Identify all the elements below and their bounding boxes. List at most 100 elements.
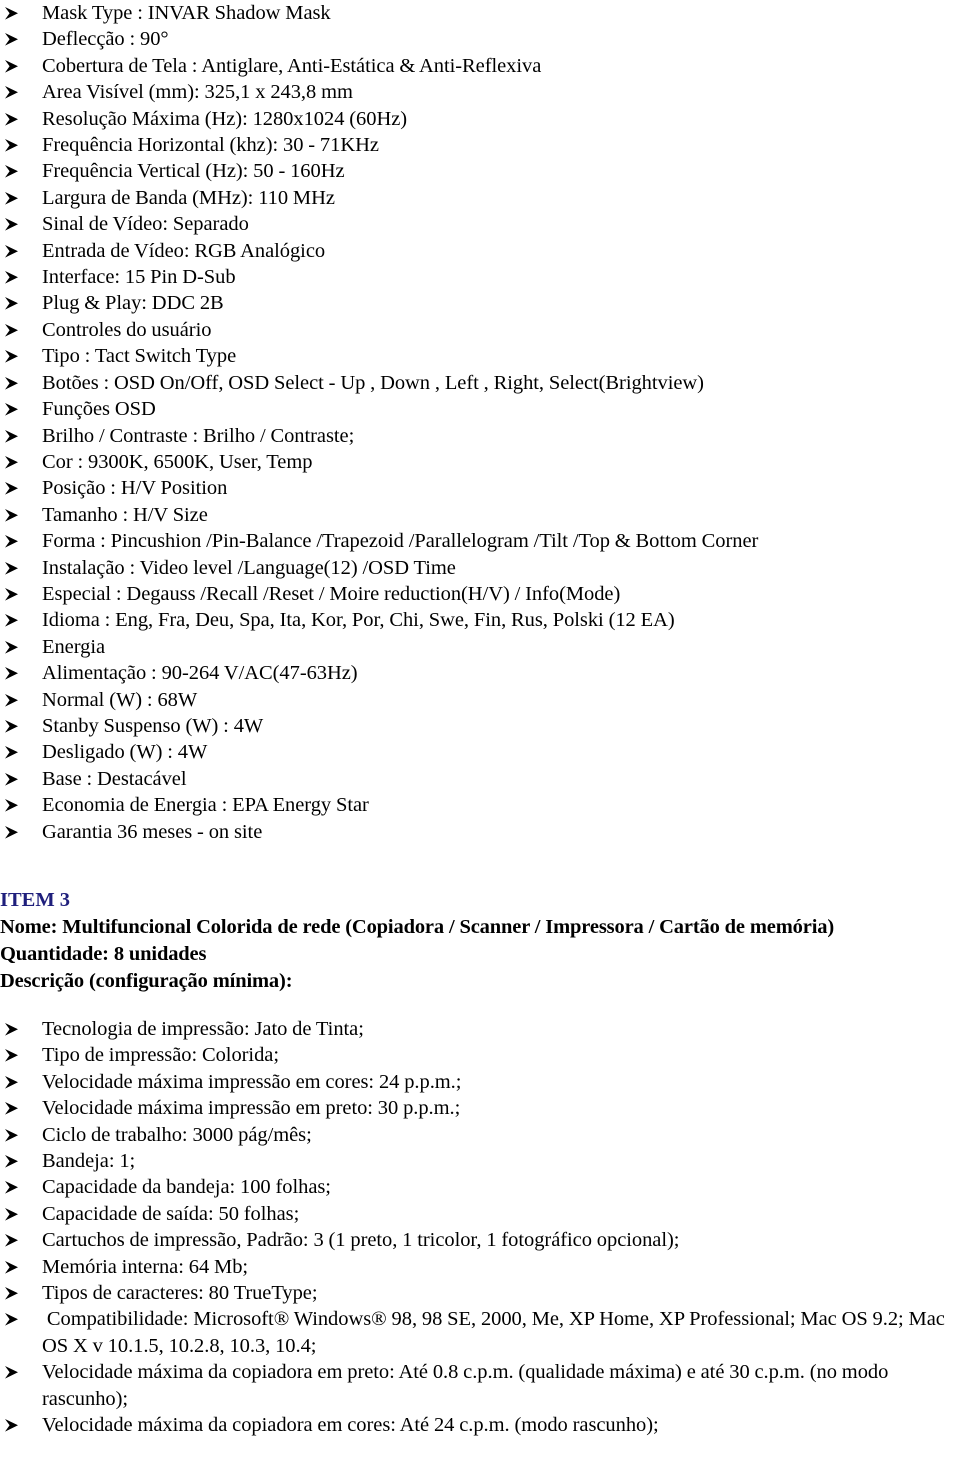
arrowhead-bullet-icon: [4, 211, 26, 231]
list-item: Funções OSD: [0, 396, 960, 422]
arrowhead-bullet-icon: [4, 370, 26, 390]
item3-label: ITEM 3: [0, 889, 71, 911]
list-item: Mask Type : INVAR Shadow Mask: [0, 0, 960, 26]
list-item: Desligado (W) : 4W: [0, 739, 960, 765]
list-item: Compatibilidade: Microsoft® Windows® 98,…: [0, 1306, 960, 1359]
arrowhead-bullet-icon: [4, 396, 26, 416]
list-item: Frequência Vertical (Hz): 50 - 160Hz: [0, 158, 960, 184]
arrowhead-bullet-icon: [4, 1174, 26, 1195]
arrowhead-bullet-icon: [4, 1148, 26, 1168]
arrowhead-bullet-icon: [4, 739, 26, 759]
list-item-text: Memória interna: 64 Mb;: [42, 1255, 249, 1278]
list-item-text: Resolução Máxima (Hz): 1280x1024 (60Hz): [42, 107, 408, 130]
list-item: Posição : H/V Position: [0, 475, 960, 501]
list-item: Forma : Pincushion /Pin-Balance /Trapezo…: [0, 528, 960, 554]
list-item-text: Sinal de Vídeo: Separado: [42, 213, 249, 236]
list-item-text: Stanby Suspenso (W) : 4W: [42, 714, 264, 737]
arrowhead-bullet-icon: [4, 317, 26, 337]
arrowhead-bullet-icon: [4, 343, 26, 363]
arrowhead-bullet-icon: [4, 53, 26, 73]
list-item: Tecnologia de impressão: Jato de Tinta;: [0, 1016, 960, 1042]
item3-specification-list: Tecnologia de impressão: Jato de Tinta; T…: [0, 1016, 960, 1439]
list-item-text: Area Visível (mm): 325,1 x 243,8 mm: [42, 81, 353, 104]
list-item: Idioma : Eng, Fra, Deu, Spa, Ita, Kor, P…: [0, 607, 960, 633]
list-item-text: Especial : Degauss /Recall /Reset / Moir…: [42, 582, 621, 605]
list-item: Velocidade máxima da copiadora em cores:…: [0, 1412, 960, 1438]
list-item-text: Plug & Play: DDC 2B: [42, 292, 224, 315]
list-item: Resolução Máxima (Hz): 1280x1024 (60Hz): [0, 106, 960, 132]
list-item: Memória interna: 64 Mb;: [0, 1254, 960, 1280]
list-item: Brilho / Contraste : Brilho / Contraste;: [0, 423, 960, 449]
list-item-text: Deflecção : 90°: [42, 28, 169, 51]
list-item: Velocidade máxima impressão em cores: 24…: [0, 1069, 960, 1095]
list-item-text: Tipo : Tact Switch Type: [42, 345, 237, 368]
arrowhead-bullet-icon: [4, 1069, 26, 1089]
arrowhead-bullet-icon: [4, 766, 26, 786]
list-item: Stanby Suspenso (W) : 4W: [0, 713, 960, 739]
list-item: Controles do usuário: [0, 317, 960, 343]
arrowhead-bullet-icon: [4, 1254, 26, 1274]
list-item-text: Funções OSD: [42, 398, 156, 421]
list-item-text: Alimentação : 90-264 V/AC(47-63Hz): [42, 662, 358, 685]
arrowhead-bullet-icon: [4, 475, 26, 495]
list-item-text: Tipo de impressão: Colorida;: [42, 1044, 279, 1067]
list-item: Entrada de Vídeo: RGB Analógico: [0, 238, 960, 264]
list-item-text: Tipos de caracteres: 80 TrueType;: [42, 1282, 318, 1305]
arrowhead-bullet-icon: [4, 1016, 26, 1036]
list-item-text: Capacidade de saída: 50 folhas;: [42, 1202, 300, 1225]
list-item: Capacidade de saída: 50 folhas;: [0, 1201, 960, 1227]
arrowhead-bullet-icon: [4, 132, 26, 152]
list-item-text: Frequência Horizontal (khz): 30 - 71KHz: [42, 134, 379, 157]
arrowhead-bullet-icon: [4, 502, 26, 522]
list-item: Cobertura de Tela : Antiglare, Anti-Está…: [0, 53, 960, 79]
monitor-specification-list: Mask Type : INVAR Shadow Mask Deflecção :…: [0, 0, 960, 845]
list-item-text: Posição : H/V Position: [42, 477, 228, 500]
list-item: Tipos de caracteres: 80 TrueType;: [0, 1280, 960, 1306]
arrowhead-bullet-icon: [4, 238, 26, 258]
arrowhead-bullet-icon: [4, 713, 26, 733]
list-item-text: Entrada de Vídeo: RGB Analógico: [42, 239, 326, 262]
arrowhead-bullet-icon: [4, 634, 26, 654]
list-item-text: Mask Type : INVAR Shadow Mask: [42, 2, 331, 24]
list-item: Deflecção : 90°: [0, 26, 960, 52]
arrowhead-bullet-icon: [4, 1201, 26, 1221]
arrowhead-bullet-icon: [4, 423, 26, 443]
list-item: Economia de Energia : EPA Energy Star: [0, 792, 960, 818]
document-page: Mask Type : INVAR Shadow Mask Deflecção :…: [0, 0, 960, 1466]
arrowhead-bullet-icon: [4, 106, 26, 126]
arrowhead-bullet-icon: [4, 792, 26, 812]
list-item-text: Bandeja: 1;: [42, 1150, 136, 1173]
list-item: Area Visível (mm): 325,1 x 243,8 mm: [0, 79, 960, 105]
list-item-text: Base : Destacável: [42, 767, 187, 790]
list-item: Tipo : Tact Switch Type: [0, 343, 960, 369]
list-item: Normal (W) : 68W: [0, 687, 960, 713]
list-item: Botões : OSD On/Off, OSD Select - Up , D…: [0, 370, 960, 396]
list-item-text: Capacidade da bandeja: 100 folhas;: [42, 1176, 331, 1199]
list-item-text: Energia: [42, 635, 106, 658]
list-item: Base : Destacável: [0, 766, 960, 792]
list-item: Cartuchos de impressão, Padrão: 3 (1 pre…: [0, 1227, 960, 1253]
list-item: Cor : 9300K, 6500K, User, Temp: [0, 449, 960, 475]
arrowhead-bullet-icon: [4, 1227, 26, 1247]
list-item: Velocidade máxima impressão em preto: 30…: [0, 1095, 960, 1121]
list-item-text: Cartuchos de impressão, Padrão: 3 (1 pre…: [42, 1229, 680, 1252]
arrowhead-bullet-icon: [4, 528, 26, 548]
list-item: Garantia 36 meses - on site: [0, 819, 960, 845]
item3-heading-block: ITEM 3 Nome: Multifuncional Colorida de …: [0, 887, 960, 995]
arrowhead-bullet-icon: [4, 449, 26, 469]
list-item-text: Garantia 36 meses - on site: [42, 820, 263, 843]
list-item-text: Velocidade máxima impressão em cores: 24…: [42, 1070, 462, 1093]
list-item-text: Largura de Banda (MHz): 110 MHz: [42, 186, 335, 209]
arrowhead-bullet-icon: [4, 1306, 26, 1327]
arrowhead-bullet-icon: [4, 581, 26, 601]
arrowhead-bullet-icon: [4, 1359, 26, 1379]
arrowhead-bullet-icon: [4, 1095, 26, 1115]
list-item: Especial : Degauss /Recall /Reset / Moir…: [0, 581, 960, 607]
list-item-text: Cor : 9300K, 6500K, User, Temp: [42, 450, 313, 473]
list-item-text: Botões : OSD On/Off, OSD Select - Up , D…: [42, 371, 704, 394]
arrowhead-bullet-icon: [4, 819, 26, 839]
arrowhead-bullet-icon: [4, 1042, 26, 1063]
arrowhead-bullet-icon: [4, 660, 26, 680]
